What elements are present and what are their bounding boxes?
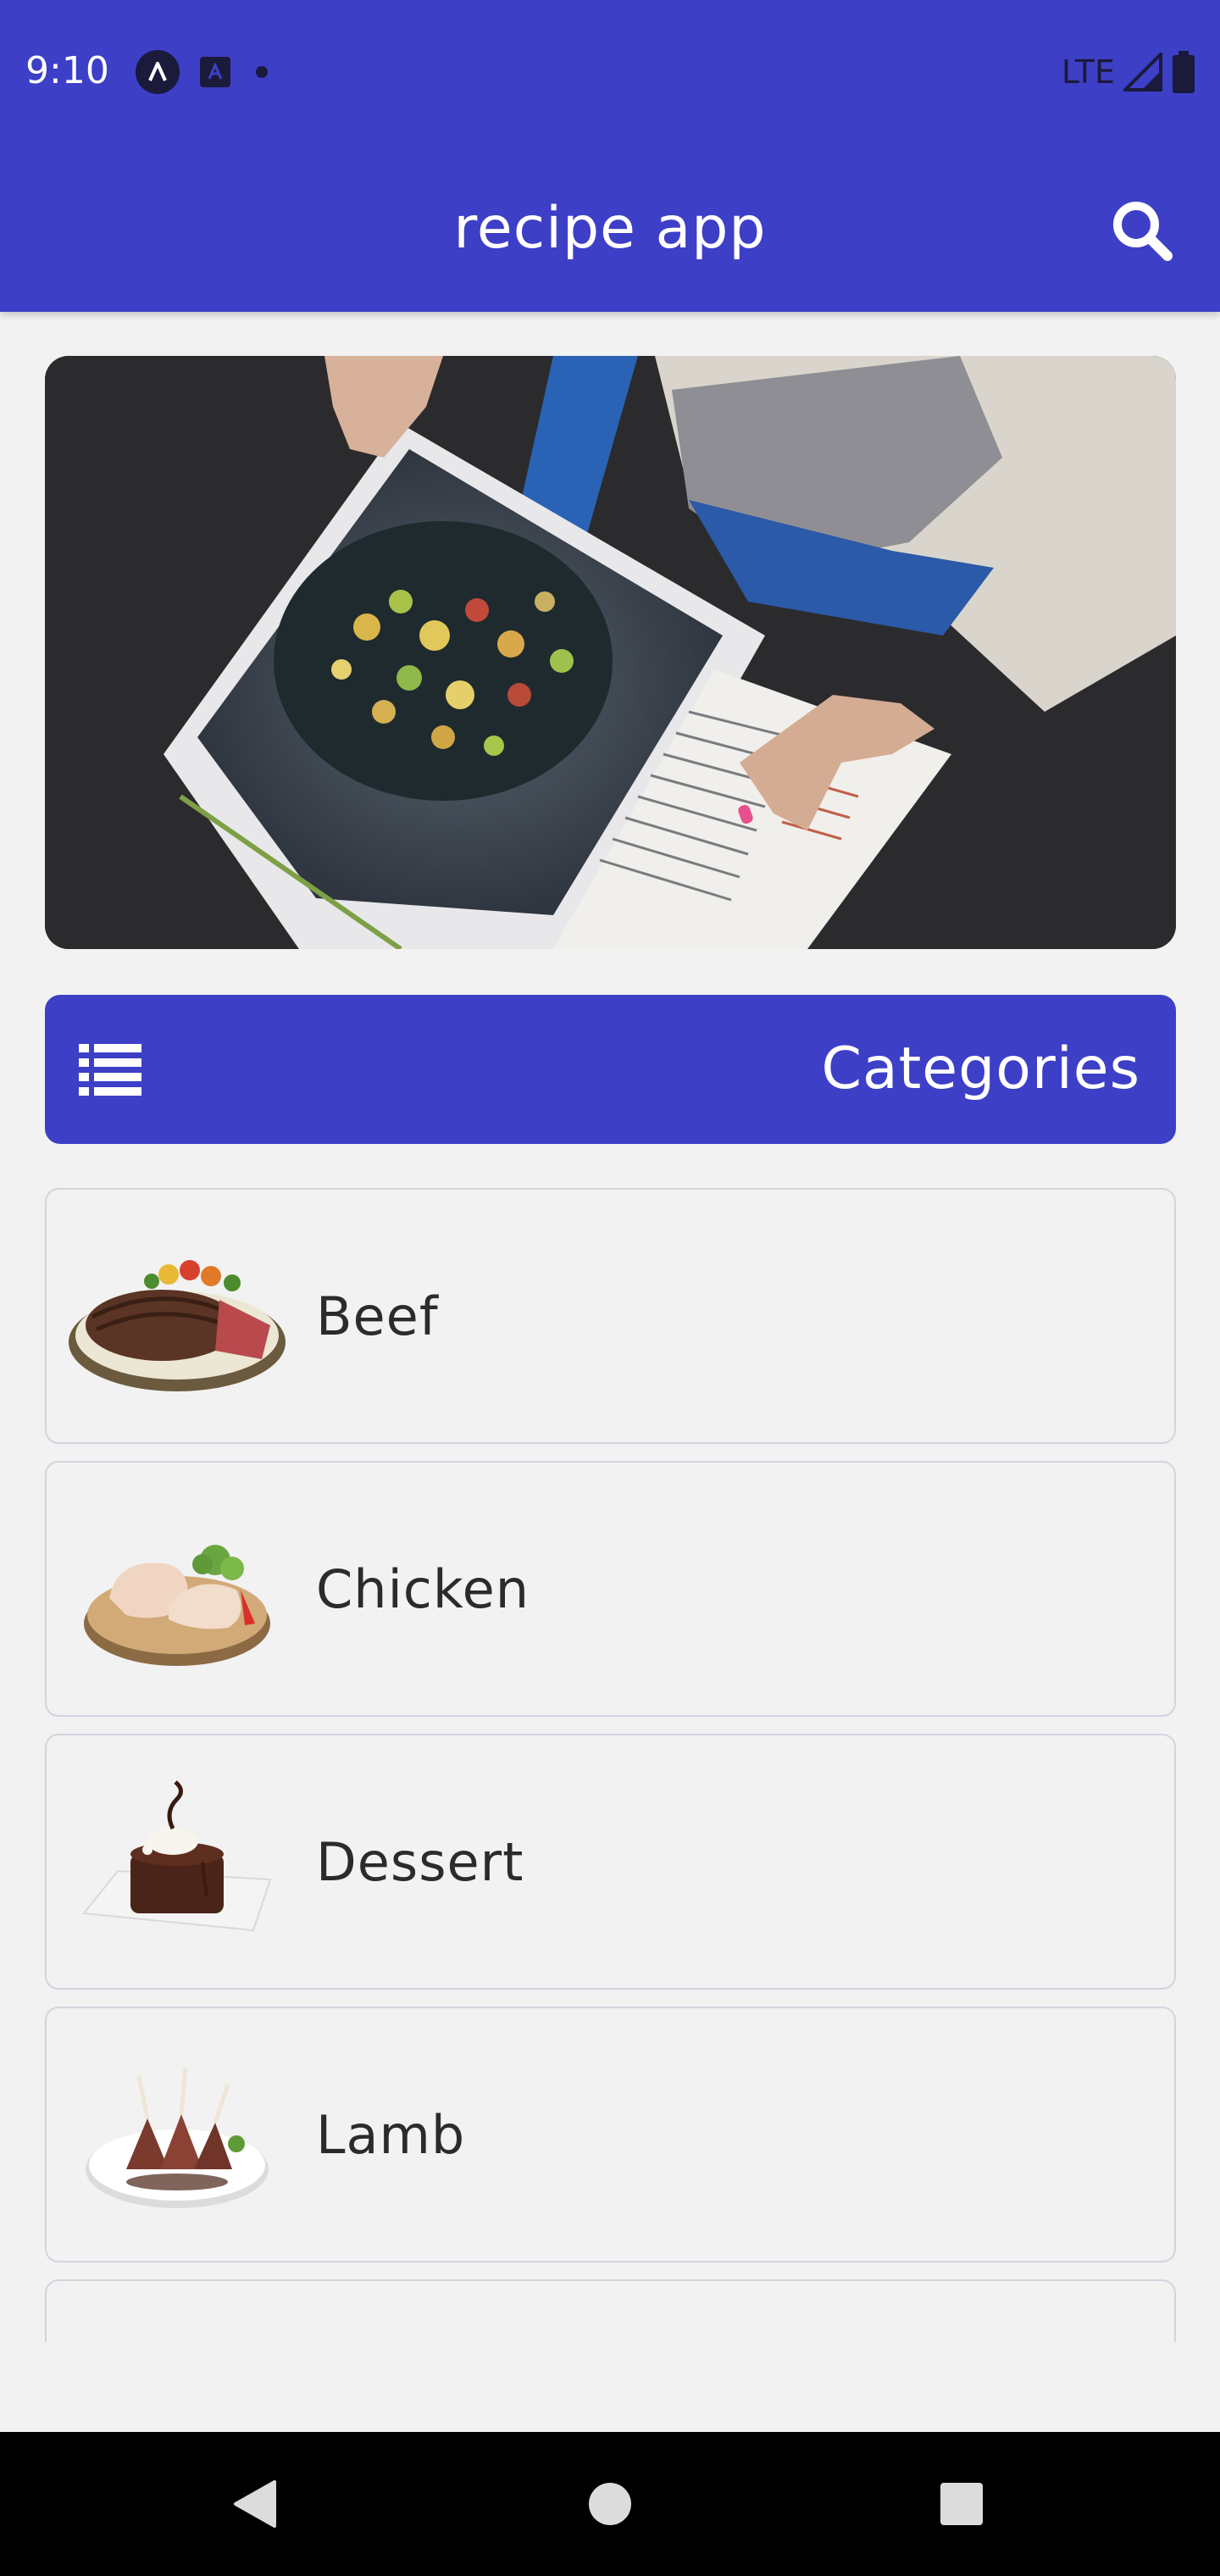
status-bar: 9:10 LTE [0,0,1220,142]
app-title: recipe app [453,195,767,262]
beef-image [69,1260,286,1391]
status-notification-icons [136,49,268,95]
app-a-icon [136,50,180,94]
network-type-label: LTE [1061,53,1115,91]
signal-icon [1123,53,1162,92]
category-item-chicken[interactable]: Chicken [45,1461,1176,1717]
home-button[interactable] [572,2466,648,2542]
recents-icon [940,2483,983,2525]
list-icon [79,1044,141,1096]
home-icon [589,2483,631,2525]
category-item-beef[interactable]: Beef [45,1188,1176,1444]
category-label: Chicken [316,1558,530,1620]
search-button[interactable] [1101,190,1183,271]
hero-cookbook-image [45,356,1176,949]
category-label: Lamb [316,2104,466,2166]
category-item-lamb[interactable]: Lamb [45,2007,1176,2262]
chicken-image [84,1545,270,1666]
navigation-bar [0,2432,1220,2576]
category-item-dessert[interactable]: Dessert [45,1734,1176,1990]
status-time: 9:10 [25,49,109,92]
category-item-partial[interactable] [45,2279,1176,2342]
dessert-image [82,1780,272,1932]
search-icon [1113,202,1173,261]
app-square-a-icon [200,57,230,87]
category-label: Beef [316,1285,439,1347]
categories-title: Categories [821,1035,1140,1102]
lamb-image [86,2067,269,2208]
category-label: Dessert [316,1831,524,1893]
notification-dot-icon [256,66,268,78]
categories-header: Categories [45,995,1176,1144]
category-list[interactable]: Beef Chicken Dessert Lamb [45,1188,1176,2342]
recents-button[interactable] [923,2466,1000,2542]
back-button[interactable] [216,2466,292,2542]
battery-icon [1173,51,1195,93]
back-icon [234,2480,276,2528]
status-system-icons: LTE [1062,49,1196,95]
app-bar: recipe app [0,142,1220,312]
